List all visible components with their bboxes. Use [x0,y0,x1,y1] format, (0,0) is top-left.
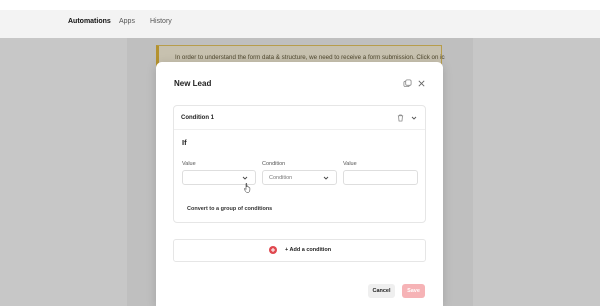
trash-icon[interactable] [397,114,404,122]
add-condition-label: + Add a condition [285,247,332,253]
nav-item-automations[interactable]: Automations [68,18,111,25]
add-condition-button[interactable]: + Add a condition [173,239,426,262]
copy-icon[interactable] [403,79,412,88]
nav-item-history[interactable]: History [150,18,172,25]
convert-to-group-link[interactable]: Convert to a group of conditions [187,206,272,212]
value-label-right: Value [343,161,357,167]
condition-title: Condition 1 [181,115,214,121]
if-label: If [182,138,187,147]
save-button[interactable]: Save [402,284,425,298]
condition-header[interactable]: Condition 1 [174,106,425,130]
value-input-right[interactable] [343,170,418,185]
close-icon[interactable] [417,79,426,88]
modal-title: New Lead [174,79,212,88]
plus-circle-icon [269,246,277,254]
mouse-cursor-icon [244,183,251,193]
chevron-down-icon [242,176,248,180]
chevron-down-icon[interactable] [411,115,417,121]
condition-select[interactable]: Condition [262,170,337,185]
cancel-button[interactable]: Cancel [368,284,395,298]
condition-select-placeholder: Condition [269,175,293,181]
condition-label: Condition [262,161,286,167]
value-label-left: Value [182,161,196,167]
nav-item-apps[interactable]: Apps [119,18,135,25]
condition-card: Condition 1 If Value Condition Value Con… [173,105,426,223]
new-lead-modal: New Lead Condition 1 If Value Condition … [156,62,443,306]
chevron-down-icon [323,176,329,180]
top-navigation: Automations Apps History [0,10,600,39]
